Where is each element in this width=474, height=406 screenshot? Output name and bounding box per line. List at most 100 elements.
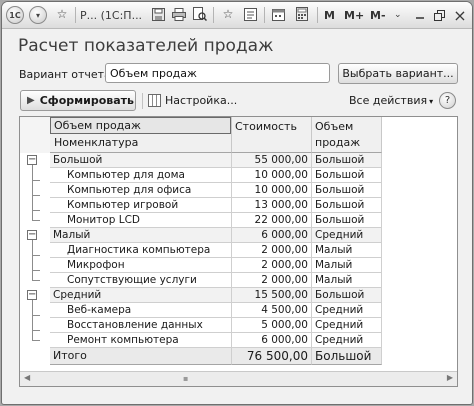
- preview-icon[interactable]: [192, 6, 208, 22]
- cell-cost: 55 000,00: [232, 153, 312, 168]
- play-icon: ▶: [27, 95, 35, 106]
- column-header-cost[interactable]: Стоимость: [232, 117, 312, 153]
- scroll-left-icon[interactable]: ◀: [24, 373, 30, 382]
- table-row[interactable]: Веб-камера 4 500,00 Средний: [20, 303, 457, 318]
- star-icon[interactable]: ☆: [54, 6, 70, 22]
- titlebar-divider: [264, 7, 265, 23]
- window-title: Р... (1С:П...: [80, 8, 143, 22]
- choose-variant-button[interactable]: Выбрать вариант...: [338, 63, 458, 84]
- table-row[interactable]: Компьютер игровой 13 000,00 Большой: [20, 198, 457, 213]
- cell-volume: Средний: [312, 228, 382, 243]
- cell-cost: 5 000,00: [232, 318, 312, 333]
- header-volume-line1: Объем: [315, 120, 354, 133]
- cell-cost: 6 000,00: [232, 333, 312, 348]
- help-icon[interactable]: ?: [439, 92, 456, 109]
- cell-name: Большой: [50, 153, 232, 168]
- titlebar-divider: [75, 7, 76, 23]
- collapse-icon[interactable]: −: [27, 230, 37, 240]
- history-icon[interactable]: [242, 6, 258, 22]
- cell-total-cost: 76 500,00: [232, 348, 312, 365]
- cell-cost: 6 000,00: [232, 228, 312, 243]
- favorite-add-icon[interactable]: ☆: [220, 6, 236, 22]
- all-actions-label: Все действия: [349, 94, 428, 107]
- header-volume-line2: продаж: [315, 136, 361, 149]
- table-row[interactable]: Микрофон 2 000,00 Малый: [20, 258, 457, 273]
- table-row-group[interactable]: − Малый 6 000,00 Средний: [20, 228, 457, 243]
- variant-label: Вариант отчета:: [19, 68, 115, 81]
- cell-cost: 15 500,00: [232, 288, 312, 303]
- cell-name: Ремонт компьютера: [50, 333, 232, 348]
- cell-volume: Малый: [312, 273, 382, 288]
- cell-name: Диагностика компьютера: [50, 243, 232, 258]
- cell-volume: Малый: [312, 258, 382, 273]
- settings-label: Настройка...: [165, 94, 238, 107]
- memory-plus-button[interactable]: M+: [344, 6, 364, 24]
- tree-gutter-header: [20, 117, 50, 153]
- dropdown-icon[interactable]: ▾: [29, 6, 47, 24]
- report-table[interactable]: Объем продаж Номенклатура Стоимость Объе…: [19, 116, 458, 387]
- settings-button[interactable]: Настройка...: [148, 94, 237, 107]
- cell-volume: Малый: [312, 243, 382, 258]
- close-icon[interactable]: ×: [453, 6, 467, 25]
- print-icon[interactable]: [171, 6, 187, 22]
- calculator-icon[interactable]: [294, 6, 310, 22]
- scroll-grip-icon[interactable]: ▪: [183, 374, 188, 383]
- cell-total-volume: Большой: [312, 348, 382, 365]
- cell-name: Сопутствующие услуги: [50, 273, 232, 288]
- scroll-right-icon[interactable]: ▶: [447, 373, 453, 382]
- cell-volume: Средний: [312, 333, 382, 348]
- memory-minus-button[interactable]: M-: [370, 6, 386, 24]
- cell-cost: 22 000,00: [232, 213, 312, 228]
- cell-cost: 13 000,00: [232, 198, 312, 213]
- table-row-group[interactable]: − Средний 15 500,00 Большой: [20, 288, 457, 303]
- minimize-icon[interactable]: [414, 6, 426, 24]
- cell-name: Компьютер для дома: [50, 168, 232, 183]
- cell-volume: Большой: [312, 168, 382, 183]
- restore-icon[interactable]: [433, 6, 445, 24]
- save-icon[interactable]: [150, 6, 166, 22]
- logo-text: 1С: [9, 10, 21, 20]
- table-row[interactable]: Компьютер для дома 10 000,00 Большой: [20, 168, 457, 183]
- cell-total-label: Итого: [50, 348, 232, 365]
- table-row[interactable]: Восстановление данных 5 000,00 Средний: [20, 318, 457, 333]
- cell-volume: Средний: [312, 318, 382, 333]
- memory-button[interactable]: M: [324, 6, 335, 24]
- collapse-icon[interactable]: −: [27, 155, 37, 165]
- chevron-down-icon[interactable]: ⌄: [394, 6, 402, 24]
- table-row[interactable]: Диагностика компьютера 2 000,00 Малый: [20, 243, 457, 258]
- 1c-logo-icon[interactable]: 1С: [6, 6, 24, 24]
- titlebar-divider: [317, 7, 318, 23]
- cell-name: Микрофон: [50, 258, 232, 273]
- cell-volume: Большой: [312, 198, 382, 213]
- titlebar-divider: [213, 7, 214, 23]
- page-title: Расчет показателей продаж: [18, 36, 274, 56]
- calendar-icon[interactable]: [270, 6, 286, 22]
- table-row-group[interactable]: − Большой 55 000,00 Большой: [20, 153, 457, 168]
- cell-name: Средний: [50, 288, 232, 303]
- table-row[interactable]: Ремонт компьютера 6 000,00 Средний: [20, 333, 457, 348]
- cell-cost: 2 000,00: [232, 243, 312, 258]
- horizontal-scrollbar[interactable]: ◀ ▪ ▶: [20, 371, 457, 386]
- title-bar: 1С ▾ ☆ Р... (1С:П... ☆ M M+ M- ⌄ ×: [2, 2, 472, 29]
- collapse-icon[interactable]: −: [27, 290, 37, 300]
- header-sales-volume: Объем продаж: [50, 117, 231, 134]
- header-nomenclature: Номенклатура: [54, 136, 139, 149]
- cell-name: Компьютер для офиса: [50, 183, 232, 198]
- column-header-volume[interactable]: Объем продаж: [312, 117, 382, 153]
- table-row[interactable]: Компьютер для офиса 10 000,00 Большой: [20, 183, 457, 198]
- report-window: 1С ▾ ☆ Р... (1С:П... ☆ M M+ M- ⌄ × Расче…: [1, 1, 473, 405]
- cell-name: Монитор LCD: [50, 213, 232, 228]
- cell-volume: Большой: [312, 153, 382, 168]
- table-row[interactable]: Сопутствующие услуги 2 000,00 Малый: [20, 273, 457, 288]
- table-row-total[interactable]: Итого 76 500,00 Большой: [20, 348, 457, 365]
- chevron-down-icon: ▾: [429, 97, 434, 106]
- toolbar-divider: [142, 93, 143, 109]
- all-actions-menu[interactable]: Все действия ▾: [349, 94, 433, 107]
- generate-button[interactable]: ▶ Сформировать: [20, 90, 136, 111]
- cell-name: Восстановление данных: [50, 318, 232, 333]
- variant-input[interactable]: [105, 63, 330, 83]
- cell-cost: 10 000,00: [232, 183, 312, 198]
- table-row[interactable]: Монитор LCD 22 000,00 Большой: [20, 213, 457, 228]
- cell-cost: 10 000,00: [232, 168, 312, 183]
- column-header-name[interactable]: Объем продаж Номенклатура: [50, 117, 232, 153]
